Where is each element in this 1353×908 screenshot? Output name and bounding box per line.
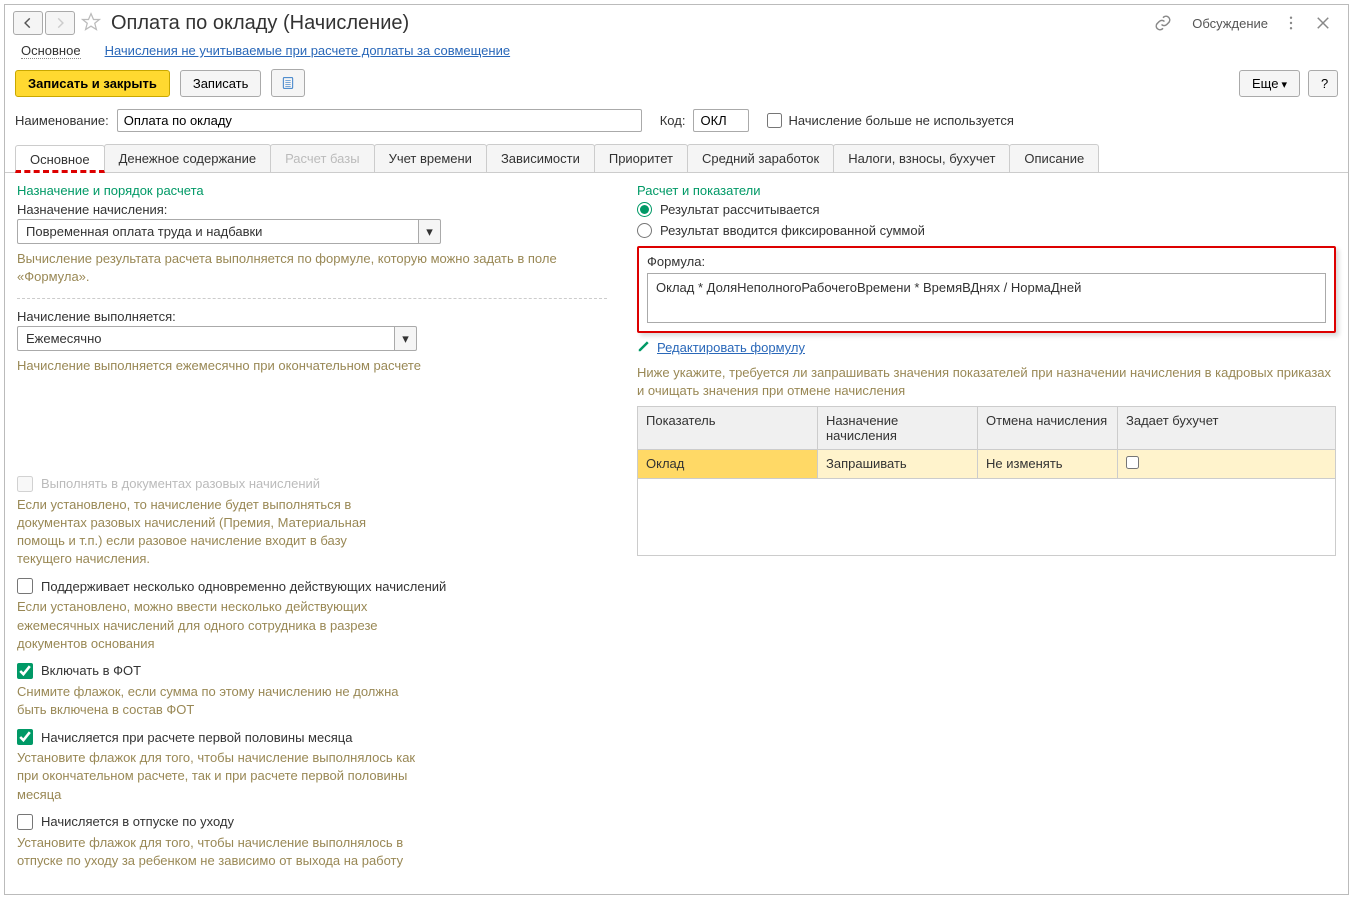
page-title: Оплата по окладу (Начисление): [111, 12, 409, 35]
discontinued-checkbox[interactable]: [767, 113, 782, 128]
tab-time[interactable]: Учет времени: [374, 144, 487, 172]
firsthalf-label: Начисляется при расчете первой половины …: [41, 730, 352, 745]
cell-assignment: Запрашивать: [818, 450, 978, 479]
tab-base[interactable]: Расчет базы: [270, 144, 375, 172]
oneoff-hint: Если установлено, то начисление будет вы…: [17, 496, 397, 569]
table-hint: Ниже укажите, требуется ли запрашивать з…: [637, 364, 1336, 400]
tab-avg[interactable]: Средний заработок: [687, 144, 834, 172]
fot-hint: Снимите флажок, если сумма по этому начи…: [17, 683, 417, 719]
tab-deps[interactable]: Зависимости: [486, 144, 595, 172]
th-indicator: Показатель: [638, 407, 818, 450]
fot-label: Включать в ФОТ: [41, 663, 141, 678]
nav-forward-button[interactable]: [45, 11, 75, 35]
nav-main[interactable]: Основное: [21, 43, 81, 59]
purpose-hint: Вычисление результата расчета выполняетс…: [17, 250, 607, 286]
oneoff-label: Выполнять в документах разовых начислени…: [41, 476, 320, 491]
th-accounting: Задает бухучет: [1118, 407, 1335, 450]
radio-fixed-label: Результат вводится фиксированной суммой: [660, 223, 925, 238]
nav-extra-link[interactable]: Начисления не учитываемые при расчете до…: [105, 43, 511, 59]
executes-label: Начисление выполняется:: [17, 309, 607, 324]
left-section-title: Назначение и порядок расчета: [17, 183, 607, 198]
cell-cancel: Не изменять: [978, 450, 1118, 479]
nav-back-button[interactable]: [13, 11, 43, 35]
help-button[interactable]: ?: [1308, 70, 1338, 97]
leave-label: Начисляется в отпуске по уходу: [41, 814, 234, 829]
executes-select[interactable]: Ежемесячно: [17, 326, 395, 351]
th-assignment: Назначение начисления: [818, 407, 978, 450]
formula-block: Формула: Оклад * ДоляНеполногоРабочегоВр…: [637, 246, 1336, 333]
purpose-dropdown-button[interactable]: ▾: [419, 219, 441, 244]
name-label: Наименование:: [15, 113, 109, 128]
link-icon[interactable]: [1154, 14, 1172, 32]
params-table: Показатель Назначение начисления Отмена …: [637, 406, 1336, 556]
purpose-label: Назначение начисления:: [17, 202, 607, 217]
name-input[interactable]: [117, 109, 642, 132]
tab-main[interactable]: Основное: [15, 145, 105, 173]
table-row[interactable]: Оклад Запрашивать Не изменять: [638, 450, 1335, 479]
radio-fixed[interactable]: [637, 223, 652, 238]
th-cancel: Отмена начисления: [978, 407, 1118, 450]
save-and-close-button[interactable]: Записать и закрыть: [15, 70, 170, 97]
radio-calculated[interactable]: [637, 202, 652, 217]
code-label: Код:: [660, 113, 686, 128]
tab-desc[interactable]: Описание: [1009, 144, 1099, 172]
more-button[interactable]: Еще: [1239, 70, 1300, 97]
list-button[interactable]: [271, 69, 305, 97]
executes-dropdown-button[interactable]: ▾: [395, 326, 417, 351]
multi-checkbox[interactable]: [17, 578, 33, 594]
leave-hint: Установите флажок для того, чтобы начисл…: [17, 834, 437, 870]
radio-calculated-label: Результат рассчитывается: [660, 202, 820, 217]
favorite-star-icon[interactable]: [81, 12, 101, 35]
tab-taxes[interactable]: Налоги, взносы, бухучет: [833, 144, 1010, 172]
cell-accounting: [1118, 450, 1335, 479]
firsthalf-hint: Установите флажок для того, чтобы начисл…: [17, 749, 437, 804]
formula-input[interactable]: Оклад * ДоляНеполногоРабочегоВремени * В…: [647, 273, 1326, 323]
edit-formula-link[interactable]: Редактировать формулу: [657, 340, 805, 355]
fot-checkbox[interactable]: [17, 663, 33, 679]
more-actions-icon[interactable]: [1282, 14, 1300, 32]
accounting-checkbox[interactable]: [1126, 456, 1139, 469]
right-section-title: Расчет и показатели: [637, 183, 1336, 198]
executes-hint: Начисление выполняется ежемесячно при ок…: [17, 357, 607, 375]
leave-checkbox[interactable]: [17, 814, 33, 830]
tab-money[interactable]: Денежное содержание: [104, 144, 271, 172]
multi-hint: Если установлено, можно ввести несколько…: [17, 598, 417, 653]
purpose-select[interactable]: Повременная оплата труда и надбавки: [17, 219, 419, 244]
formula-label: Формула:: [647, 254, 1326, 269]
edit-pencil-icon: [637, 339, 651, 356]
tab-priority[interactable]: Приоритет: [594, 144, 688, 172]
firsthalf-checkbox[interactable]: [17, 729, 33, 745]
oneoff-checkbox: [17, 476, 33, 492]
close-icon[interactable]: [1314, 14, 1332, 32]
save-button[interactable]: Записать: [180, 70, 262, 97]
discontinued-label: Начисление больше не используется: [788, 113, 1013, 128]
multi-label: Поддерживает несколько одновременно дейс…: [41, 579, 446, 594]
discussion-button[interactable]: Обсуждение: [1186, 16, 1268, 31]
cell-indicator: Оклад: [638, 450, 818, 479]
code-input[interactable]: [693, 109, 749, 132]
